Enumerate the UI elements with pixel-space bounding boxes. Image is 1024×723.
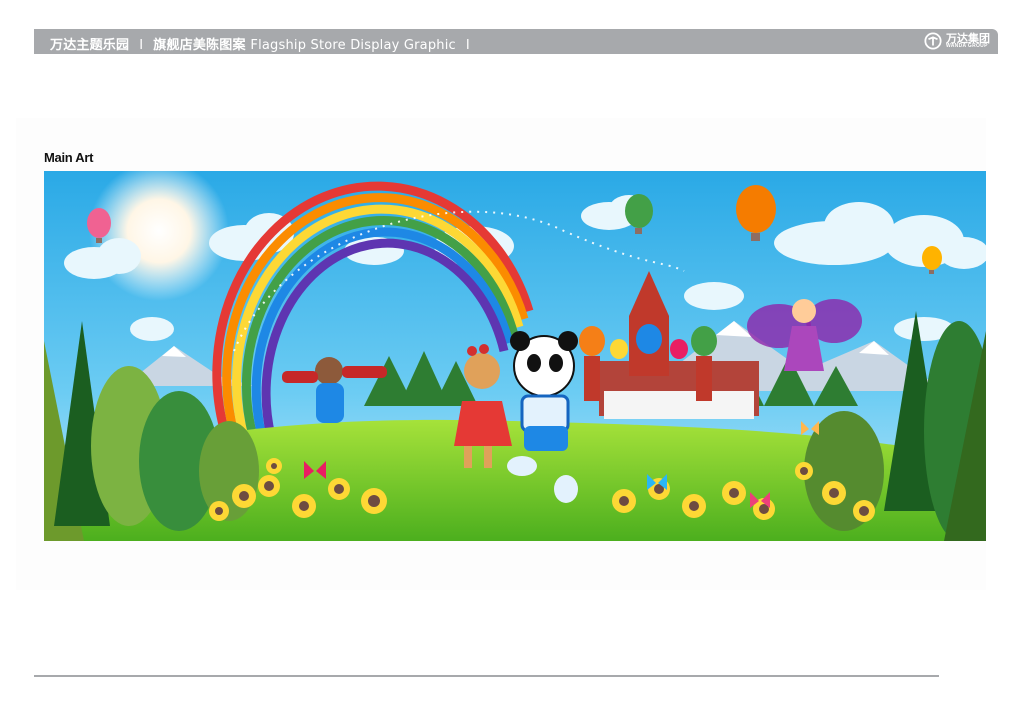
wanda-logo-icon bbox=[924, 32, 942, 50]
logo-text-en: WANDA GROUP bbox=[946, 43, 988, 49]
section-title-en: Flagship Store Display Graphic bbox=[250, 38, 456, 53]
header-separator: I bbox=[139, 38, 144, 53]
header-separator-trailing: I bbox=[465, 38, 470, 53]
artwork-illustration bbox=[44, 171, 986, 541]
park-name: 万达主题乐园 bbox=[50, 38, 130, 53]
header-title: 万达主题乐园 I 旗舰店美陈图案 Flagship Store Display Gr… bbox=[50, 34, 480, 53]
footer-divider bbox=[34, 675, 939, 677]
header-bar: 万达主题乐园 I 旗舰店美陈图案 Flagship Store Display Gr… bbox=[34, 29, 998, 54]
section-title-cn: 旗舰店美陈图案 bbox=[153, 38, 246, 53]
main-art-title: Main Art bbox=[44, 150, 94, 165]
wanda-logo: 万达集团 WANDA GROUP bbox=[924, 32, 990, 50]
main-art-image bbox=[44, 171, 986, 541]
